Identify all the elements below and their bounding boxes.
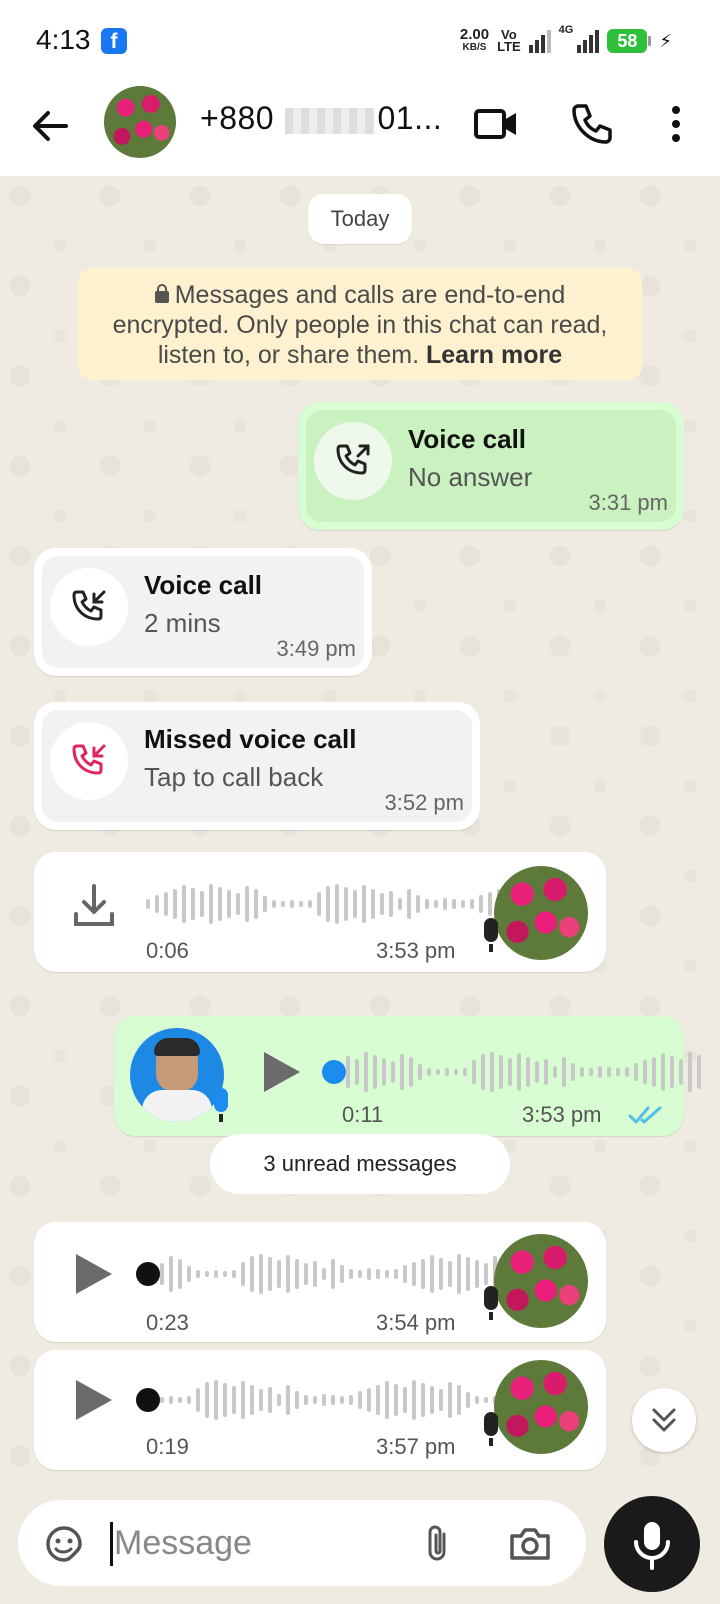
mic-icon [484, 918, 498, 952]
message-time: 3:49 pm [276, 636, 357, 661]
mic-icon [634, 1522, 670, 1570]
message-time: 3:53 pm [522, 1102, 602, 1127]
chat-area[interactable]: Today Messages and calls are end-to-end … [0, 176, 720, 1492]
voice-message-outgoing[interactable]: 0:11 3:53 pm [114, 1016, 701, 1136]
message-time: 3:53 pm [376, 938, 456, 963]
call-subtitle: 2 mins [144, 608, 221, 638]
missed-call-icon [72, 744, 106, 775]
encryption-notice[interactable]: Messages and calls are end-to-end encryp… [78, 268, 642, 380]
battery-icon: 58 [607, 29, 652, 53]
call-icon-circle [50, 722, 128, 800]
play-button[interactable] [264, 1052, 300, 1092]
message-input[interactable]: Message [18, 1500, 586, 1586]
double-check-icon [628, 1106, 662, 1124]
video-call-icon [474, 109, 516, 139]
call-subtitle: Tap to call back [144, 762, 324, 792]
sender-avatar [494, 1234, 588, 1328]
message-time: 3:31 pm [588, 490, 669, 515]
input-bar: Message [0, 1492, 720, 1604]
camera-icon [510, 1528, 550, 1560]
text-caret [110, 1522, 113, 1566]
net-speed: 2.00 KB/S [460, 27, 489, 54]
attach-button[interactable] [416, 1522, 460, 1566]
call-subtitle: No answer [408, 462, 533, 492]
download-button[interactable] [70, 882, 118, 930]
voice-message[interactable]: 0:19 3:57 pm [34, 1350, 606, 1470]
battery-level: 58 [617, 31, 638, 51]
network-type: 4G [558, 24, 574, 36]
back-arrow-icon [33, 111, 68, 141]
attach-icon [428, 1525, 446, 1561]
call-title: Voice call [144, 570, 263, 600]
contact-suffix: 01... [377, 100, 443, 136]
camera-button[interactable] [508, 1522, 552, 1566]
play-button[interactable] [76, 1380, 112, 1420]
mic-icon [214, 1088, 228, 1122]
volte-indicator: Vo LTE [497, 28, 521, 54]
call-message-outgoing[interactable]: Voice call No answer 3:31 pm [298, 402, 684, 530]
status-time: 4:13 [36, 24, 91, 55]
call-icon-circle [314, 422, 392, 500]
facebook-icon: f [101, 28, 127, 54]
incoming-call-icon [72, 590, 106, 621]
learn-more-link[interactable]: Learn more [426, 341, 562, 369]
back-button[interactable] [26, 102, 74, 150]
message-time: 3:57 pm [376, 1434, 456, 1459]
chevron-double-down-icon [652, 1408, 676, 1432]
call-message-incoming[interactable]: Voice call 2 mins 3:49 pm [34, 548, 372, 676]
call-message-missed[interactable]: Missed voice call Tap to call back 3:52 … [34, 702, 480, 830]
contact-prefix: +880 [200, 100, 275, 136]
call-title: Missed voice call [144, 724, 357, 754]
message-time: 3:54 pm [376, 1310, 456, 1335]
contact-avatar[interactable] [104, 86, 176, 158]
voice-duration: 0:11 [342, 1102, 384, 1127]
chat-header: +880 01... [0, 80, 720, 176]
voice-duration: 0:23 [146, 1310, 189, 1335]
my-avatar [130, 1028, 224, 1122]
voice-duration: 0:19 [146, 1434, 189, 1459]
play-button[interactable] [76, 1254, 112, 1294]
sender-avatar [494, 1360, 588, 1454]
voice-record-button[interactable] [604, 1496, 700, 1592]
mic-icon [484, 1412, 498, 1446]
net-speed-unit: KB/S [462, 42, 487, 53]
lock-icon [154, 284, 169, 303]
charging-icon: ⚡ [659, 30, 672, 51]
date-chip: Today [308, 194, 412, 244]
waveform [346, 1050, 701, 1094]
message-time: 3:52 pm [384, 790, 465, 815]
signal-bars-icon [528, 29, 551, 53]
sticker-button[interactable] [42, 1522, 86, 1566]
volte-bottom: LTE [497, 39, 521, 54]
sticker-icon [46, 1526, 82, 1562]
status-icons: 2.00 KB/S Vo LTE 4G 58 ⚡ [460, 24, 672, 58]
waveform [146, 882, 537, 926]
call-title: Voice call [408, 424, 527, 454]
more-vert-icon [672, 106, 680, 142]
sender-avatar [494, 866, 588, 960]
more-options-button[interactable] [652, 100, 700, 148]
download-icon [74, 884, 114, 926]
voice-message[interactable]: 0:06 3:53 pm [34, 852, 606, 972]
contact-name[interactable]: +880 01... [200, 100, 442, 137]
phone-icon [572, 104, 612, 144]
message-placeholder: Message [114, 1524, 252, 1562]
voice-message[interactable]: 0:23 3:54 pm [34, 1222, 606, 1342]
video-call-button[interactable] [472, 100, 520, 148]
voice-call-button[interactable] [568, 100, 616, 148]
unread-messages-divider: 3 unread messages [210, 1134, 510, 1194]
mic-icon [484, 1286, 498, 1320]
redacted-digits [285, 107, 376, 134]
seek-handle[interactable] [136, 1388, 160, 1412]
signal-bars-2-icon [577, 29, 600, 53]
status-bar: 4:13 f 2.00 KB/S Vo LTE 4G 58 ⚡ [0, 0, 720, 80]
outgoing-call-icon [336, 444, 370, 475]
call-icon-circle [50, 568, 128, 646]
scroll-to-bottom-button[interactable] [632, 1388, 696, 1452]
seek-handle[interactable] [136, 1262, 160, 1286]
voice-duration: 0:06 [146, 938, 189, 963]
seek-handle[interactable] [322, 1060, 346, 1084]
